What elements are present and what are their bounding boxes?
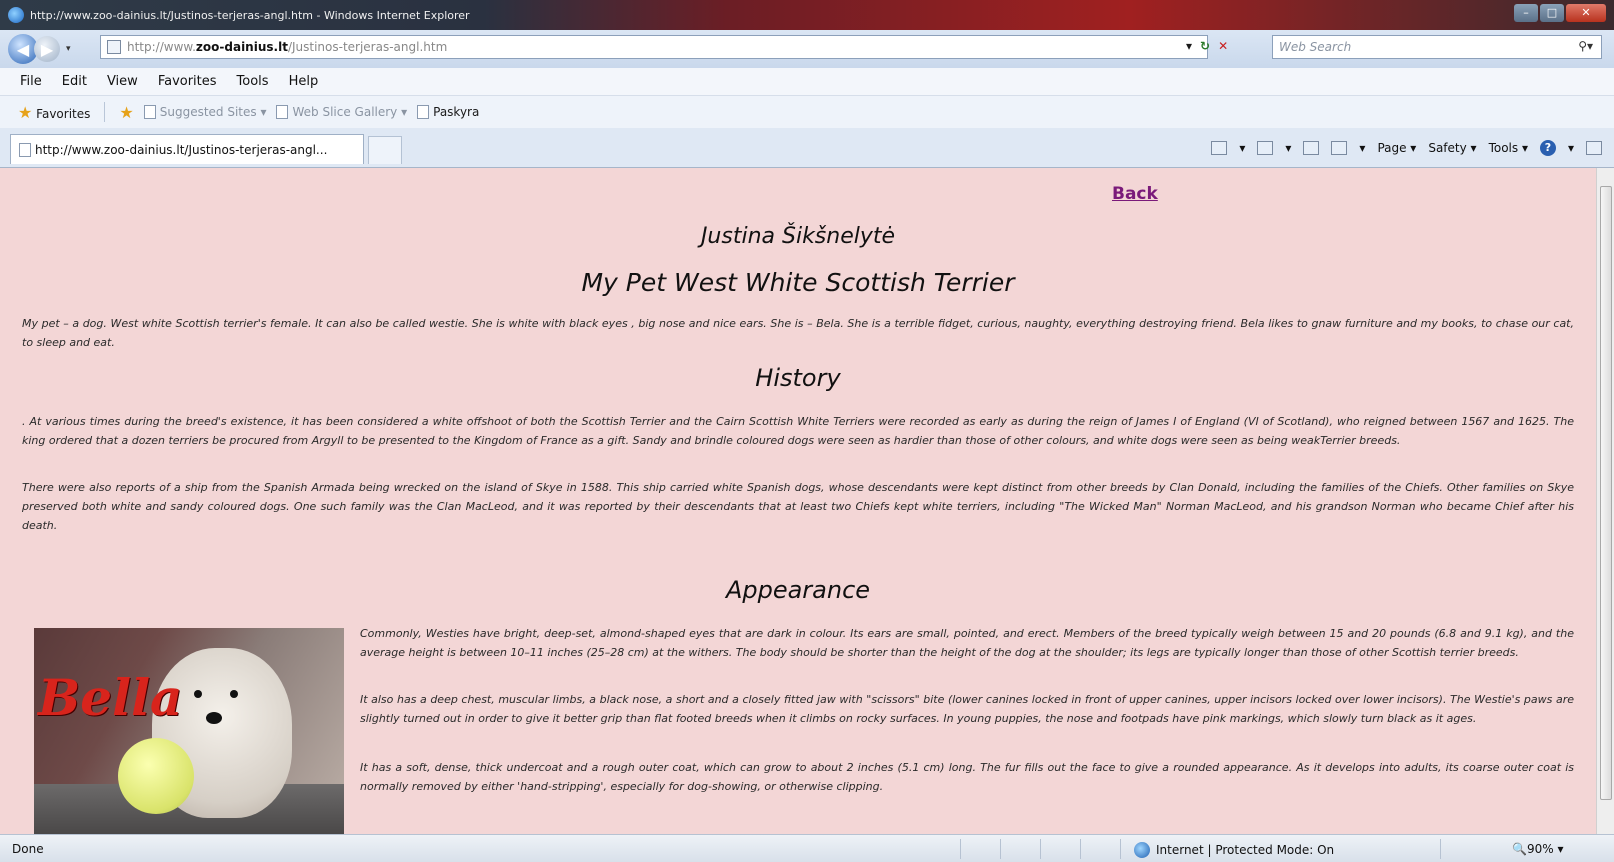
recent-pages-dropdown[interactable]: ▾ <box>66 44 71 54</box>
tools-menu[interactable]: Tools ▾ <box>1489 141 1528 155</box>
security-zone[interactable]: Internet | Protected Mode: On <box>1134 842 1334 858</box>
navigation-bar: ◀ ▶ ▾ http://www. zoo-dainius.lt /Justin… <box>0 30 1614 68</box>
dog-eye <box>194 690 202 698</box>
dog-photo: Bella <box>34 628 344 834</box>
read-mail-icon[interactable] <box>1303 141 1320 155</box>
separator <box>1040 839 1041 859</box>
url-domain: zoo-dainius.lt <box>195 40 288 54</box>
url-prefix: http://www. <box>127 40 196 54</box>
history-heading: History <box>755 364 841 392</box>
tab-label: http://www.zoo-dainius.lt/Justinos-terje… <box>35 142 328 157</box>
window-title: http://www.zoo-dainius.lt/Justinos-terje… <box>30 8 470 22</box>
refresh-icon[interactable]: ↻ <box>1200 39 1210 53</box>
separator <box>1440 839 1441 859</box>
history-paragraph-1: . At various times during the breed's ex… <box>22 415 1574 447</box>
window-title-bar: http://www.zoo-dainius.lt/Justinos-terje… <box>0 0 1614 30</box>
paskyra-label: Paskyra <box>433 104 480 119</box>
research-icon[interactable] <box>1586 141 1602 155</box>
favorites-star-icon: ★ <box>18 102 33 122</box>
home-dropdown-icon[interactable]: ▾ <box>1239 141 1245 155</box>
address-controls: ▾ ↻ ✕ <box>1186 39 1228 53</box>
address-bar[interactable]: http://www. zoo-dainius.lt /Justinos-ter… <box>100 35 1208 59</box>
status-text: Done <box>12 842 44 856</box>
dog-nose <box>206 712 222 724</box>
url-path: /Justinos-terjeras-angl.htm <box>287 40 448 54</box>
favorites-button[interactable]: ★ Favorites <box>18 103 90 122</box>
globe-icon <box>1134 842 1150 858</box>
separator <box>1120 839 1121 859</box>
menu-view[interactable]: View <box>107 74 138 89</box>
page-menu[interactable]: Page ▾ <box>1377 141 1416 155</box>
suggested-sites-link[interactable]: Suggested Sites ▾ <box>143 104 267 120</box>
suggested-sites-label: Suggested Sites ▾ <box>159 104 267 119</box>
zoom-level[interactable]: 🔍90% ▾ <box>1512 842 1563 856</box>
feeds-icon[interactable] <box>1257 141 1274 155</box>
separator <box>1080 839 1081 859</box>
search-placeholder: Web Search <box>1279 40 1352 54</box>
help-dropdown-icon[interactable]: ▾ <box>1568 141 1574 155</box>
command-bar: ▾ ▾ ▾ Page ▾ Safety ▾ Tools ▾ ? ▾ <box>1211 140 1602 156</box>
help-icon[interactable]: ? <box>1539 140 1556 156</box>
paskyra-link[interactable]: Paskyra <box>417 105 479 120</box>
menu-favorites[interactable]: Favorites <box>158 74 217 89</box>
history-paragraph-2: There were also reports of a ship from t… <box>22 481 1574 532</box>
address-dropdown-icon[interactable]: ▾ <box>1186 39 1192 53</box>
print-dropdown-icon[interactable]: ▾ <box>1359 141 1365 155</box>
menu-tools[interactable]: Tools <box>237 74 269 89</box>
new-tab-button[interactable] <box>368 136 402 164</box>
close-button[interactable]: ✕ <box>1566 4 1606 22</box>
page-icon <box>107 40 121 54</box>
safety-menu[interactable]: Safety ▾ <box>1428 141 1476 155</box>
maximize-button[interactable]: □ <box>1540 4 1564 22</box>
tab-bar: http://www.zoo-dainius.lt/Justinos-terje… <box>0 128 1614 168</box>
search-icon[interactable]: ⚲▾ <box>1578 39 1593 53</box>
web-slice-icon <box>276 105 289 120</box>
search-input[interactable]: Web Search ⚲▾ <box>1272 35 1602 59</box>
ie-page-icon <box>143 105 156 120</box>
window-controls: – □ ✕ <box>1514 4 1606 22</box>
appearance-heading: Appearance <box>725 576 871 604</box>
separator <box>960 839 961 859</box>
favorites-bar: ★ Favorites ★ Suggested Sites ▾ Web Slic… <box>0 96 1614 128</box>
security-zone-label: Internet | Protected Mode: On <box>1156 843 1335 857</box>
minimize-button[interactable]: – <box>1514 4 1538 22</box>
menu-bar: File Edit View Favorites Tools Help <box>0 68 1614 96</box>
page-content: Back Justina Šikšnelytė My Pet West Whit… <box>0 168 1596 834</box>
separator <box>104 102 106 122</box>
feeds-dropdown-icon[interactable]: ▾ <box>1285 141 1291 155</box>
web-slice-gallery-label: Web Slice Gallery ▾ <box>292 104 408 119</box>
page-link-icon <box>417 105 430 120</box>
tab-current[interactable]: http://www.zoo-dainius.lt/Justinos-terje… <box>10 134 364 164</box>
intro-paragraph: My pet – a dog. West white Scottish terr… <box>22 317 1574 349</box>
forward-button[interactable]: ▶ <box>34 36 60 62</box>
back-link[interactable]: Back <box>1112 184 1158 204</box>
vertical-scrollbar[interactable] <box>1596 168 1614 834</box>
appearance-paragraph-3: It has a soft, dense, thick undercoat an… <box>360 761 1574 793</box>
dog-eye <box>230 690 238 698</box>
print-icon[interactable] <box>1331 141 1348 155</box>
web-slice-gallery-link[interactable]: Web Slice Gallery ▾ <box>276 105 407 120</box>
page-title: My Pet West White Scottish Terrier <box>581 268 1015 297</box>
author-name: Justina Šikšnelytė <box>700 224 896 249</box>
appearance-paragraph-2: It also has a deep chest, muscular limbs… <box>360 693 1574 725</box>
menu-edit[interactable]: Edit <box>62 74 87 89</box>
scrollbar-thumb[interactable] <box>1600 186 1612 800</box>
favorites-label: Favorites <box>36 106 91 121</box>
tab-page-icon <box>19 142 31 157</box>
home-icon[interactable] <box>1211 141 1228 155</box>
menu-file[interactable]: File <box>20 74 42 89</box>
appearance-paragraph-1: Commonly, Westies have bright, deep-set,… <box>360 627 1574 659</box>
status-bar: Done Internet | Protected Mode: On 🔍90% … <box>0 834 1614 862</box>
tennis-ball <box>118 738 194 814</box>
menu-help[interactable]: Help <box>289 74 319 89</box>
internet-explorer-icon <box>8 7 24 23</box>
add-favorite-icon[interactable]: ★ <box>119 103 133 122</box>
stop-icon[interactable]: ✕ <box>1218 39 1228 53</box>
separator <box>1000 839 1001 859</box>
zoom-value: 90% <box>1526 842 1554 856</box>
photo-name-text: Bella <box>38 668 183 727</box>
